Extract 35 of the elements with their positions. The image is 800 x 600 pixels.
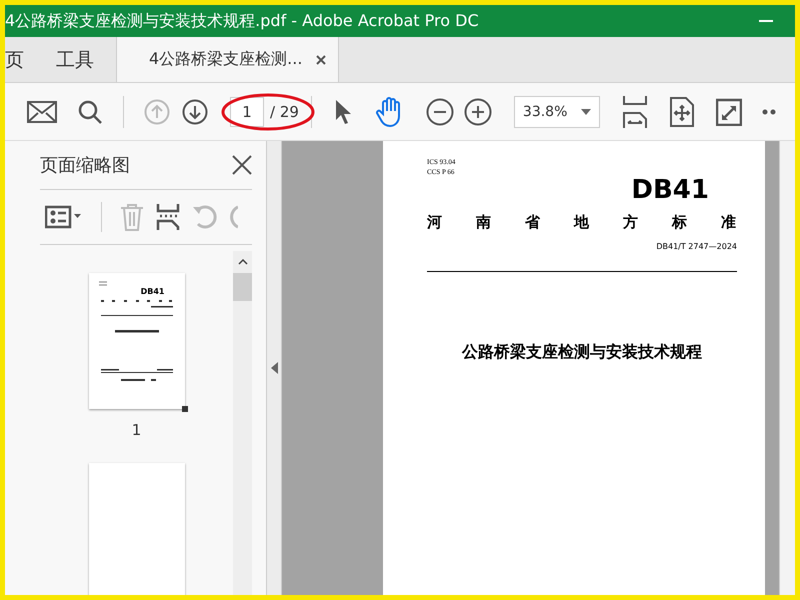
mail-icon[interactable] (27, 100, 57, 122)
zoom-out-icon[interactable] (426, 98, 454, 126)
search-icon[interactable] (77, 98, 103, 124)
document-title: 公路桥梁支座检测与安装技术规程 (460, 342, 703, 363)
page-number-label: 1 (132, 421, 142, 439)
page-move-icon[interactable] (670, 96, 694, 126)
tab[interactable]: 4公路桥梁支座检测... (116, 37, 339, 82)
standard-category: 河南省地方标准 (427, 213, 737, 232)
scroll-up-icon[interactable] (238, 259, 248, 265)
page-count: / 29 (270, 102, 299, 120)
close-icon[interactable] (232, 155, 252, 175)
arrow-down-icon[interactable] (182, 98, 208, 124)
collapse-panel-icon[interactable] (270, 362, 278, 374)
window-title: 4公路桥梁支座检测与安装技术规程.pdf - Adobe Acrobat Pro DC (5, 10, 479, 32)
resize-handle[interactable] (182, 406, 188, 412)
standard-code: DB41 (631, 177, 709, 203)
zoom-dropdown[interactable]: 33.8% (514, 96, 600, 128)
tab[interactable]: 页 (5, 37, 38, 82)
more-icon[interactable] (762, 108, 776, 114)
fit-width-icon[interactable] (622, 96, 648, 128)
scrollbar[interactable] (779, 141, 795, 595)
panel-title: 页面缩略图 (40, 154, 130, 177)
pointer-icon[interactable] (334, 98, 352, 124)
extract-pages-icon[interactable] (156, 203, 180, 231)
scroll-thumb[interactable] (233, 273, 252, 301)
zoom-in-icon[interactable] (464, 98, 492, 126)
scrollbar[interactable] (233, 251, 252, 595)
close-icon[interactable] (316, 54, 326, 64)
thumbnail-heading: DB41 (140, 287, 164, 296)
options-menu-icon[interactable] (45, 205, 83, 229)
standard-number: DB41/T 2747—2024 (656, 242, 737, 251)
page-thumbnail[interactable] (88, 463, 184, 595)
tab[interactable]: 工具 (56, 37, 108, 82)
full-screen-icon[interactable] (716, 98, 742, 126)
caret-icon (580, 108, 591, 114)
